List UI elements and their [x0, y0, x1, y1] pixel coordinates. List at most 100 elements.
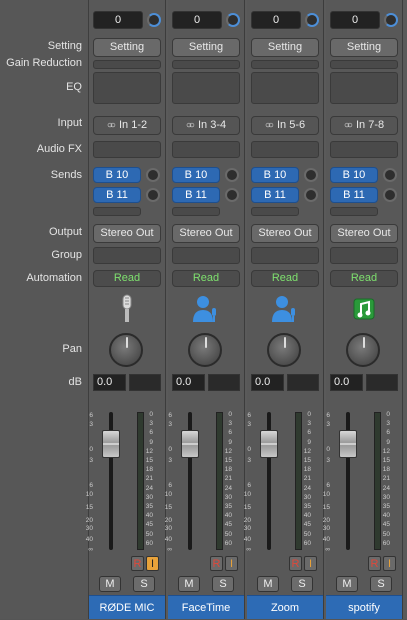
setting-button[interactable]: Setting — [93, 38, 161, 57]
output-slot[interactable]: Stereo Out — [330, 224, 398, 243]
automation-mode-button[interactable]: Read — [330, 270, 398, 287]
send-slot-b11[interactable]: B 11 — [251, 187, 299, 203]
setting-button[interactable]: Setting — [172, 38, 240, 57]
audio-fx-slot[interactable] — [330, 141, 398, 158]
send-level-knob[interactable] — [225, 188, 239, 202]
mute-button[interactable]: M — [178, 576, 200, 592]
fader-scale-mark: 6 — [168, 412, 172, 419]
meter-scale-mark: 35 — [224, 503, 232, 510]
volume-readout[interactable]: 0 — [251, 11, 301, 29]
eq-display[interactable] — [330, 72, 398, 104]
volume-fader[interactable] — [260, 430, 278, 458]
record-enable-button[interactable]: R — [368, 556, 381, 571]
volume-knob[interactable] — [305, 13, 319, 27]
volume-knob[interactable] — [147, 13, 161, 27]
automation-mode-button[interactable]: Read — [251, 270, 319, 287]
eq-display[interactable] — [172, 72, 240, 104]
eq-display[interactable] — [93, 72, 161, 104]
empty-send-slot[interactable] — [172, 207, 220, 216]
automation-mode-button[interactable]: Read — [172, 270, 240, 287]
audio-fx-slot[interactable] — [93, 141, 161, 158]
volume-knob[interactable] — [384, 13, 398, 27]
group-slot[interactable] — [172, 247, 240, 264]
group-slot[interactable] — [330, 247, 398, 264]
channel-name[interactable]: RØDE MIC — [89, 595, 165, 619]
mute-button[interactable]: M — [99, 576, 121, 592]
level-readout — [366, 374, 398, 391]
peak-db-readout: 0.0 — [172, 374, 205, 391]
output-slot[interactable]: Stereo Out — [93, 224, 161, 243]
meter-scale-mark: 3 — [386, 420, 390, 428]
volume-readout[interactable]: 0 — [93, 11, 143, 29]
pan-knob[interactable] — [346, 333, 380, 367]
send-slot-b10[interactable]: B 10 — [330, 167, 378, 183]
solo-button[interactable]: S — [291, 576, 313, 592]
fader-scale-mark: 3 — [247, 457, 251, 464]
empty-send-slot[interactable] — [330, 207, 378, 216]
input-monitor-button[interactable]: I — [304, 556, 317, 571]
input-slot[interactable]: ○○ In 7-8 — [330, 116, 398, 135]
input-slot[interactable]: ○○ In 1-2 — [93, 116, 161, 135]
output-slot[interactable]: Stereo Out — [172, 224, 240, 243]
send-level-knob[interactable] — [225, 168, 239, 182]
input-label: In 7-8 — [355, 119, 385, 131]
input-monitor-button[interactable]: I — [383, 556, 396, 571]
send-level-knob[interactable] — [146, 188, 160, 202]
fader-scale-mark: ∞ — [325, 546, 330, 553]
setting-button[interactable]: Setting — [330, 38, 398, 57]
send-slot-b10[interactable]: B 10 — [251, 167, 299, 183]
group-slot[interactable] — [251, 247, 319, 264]
channel-name[interactable]: spotify — [326, 595, 402, 619]
setting-button[interactable]: Setting — [251, 38, 319, 57]
send-level-knob[interactable] — [304, 168, 318, 182]
meter-scale-mark: 21 — [224, 475, 232, 483]
record-enable-button[interactable]: R — [289, 556, 302, 571]
audio-fx-slot[interactable] — [251, 141, 319, 158]
eq-display[interactable] — [251, 72, 319, 104]
channel-name[interactable]: Zoom — [247, 595, 323, 619]
send-slot-b10[interactable]: B 10 — [93, 167, 141, 183]
fader-scale-mark: 3 — [89, 421, 93, 428]
meter-scale-mark: 40 — [145, 512, 153, 520]
pan-knob[interactable] — [267, 333, 301, 367]
empty-send-slot[interactable] — [251, 207, 299, 216]
meter-scale-mark: 35 — [145, 503, 153, 510]
volume-readout[interactable]: 0 — [172, 11, 222, 29]
send-slot-b11[interactable]: B 11 — [172, 187, 220, 203]
volume-knob[interactable] — [226, 13, 240, 27]
input-monitor-button[interactable]: I — [146, 556, 159, 571]
peak-db-readout: 0.0 — [330, 374, 363, 391]
volume-fader[interactable] — [339, 430, 357, 458]
automation-mode-button[interactable]: Read — [93, 270, 161, 287]
fader-scale-mark: ∞ — [88, 546, 93, 553]
input-slot[interactable]: ○○ In 3-4 — [172, 116, 240, 135]
pan-knob[interactable] — [109, 333, 143, 367]
solo-button[interactable]: S — [133, 576, 155, 592]
input-monitor-button[interactable]: I — [225, 556, 238, 571]
record-enable-button[interactable]: R — [131, 556, 144, 571]
group-slot[interactable] — [93, 247, 161, 264]
empty-send-slot[interactable] — [93, 207, 141, 216]
send-level-knob[interactable] — [383, 188, 397, 202]
send-slot-b11[interactable]: B 11 — [93, 187, 141, 203]
solo-button[interactable]: S — [370, 576, 392, 592]
record-enable-button[interactable]: R — [210, 556, 223, 571]
mute-button[interactable]: M — [257, 576, 279, 592]
level-readout — [129, 374, 161, 391]
send-level-knob[interactable] — [383, 168, 397, 182]
volume-fader[interactable] — [181, 430, 199, 458]
send-level-knob[interactable] — [146, 168, 160, 182]
volume-readout[interactable]: 0 — [330, 11, 380, 29]
fader-scale-mark: 6 — [247, 482, 251, 489]
volume-fader[interactable] — [102, 430, 120, 458]
send-level-knob[interactable] — [304, 188, 318, 202]
input-slot[interactable]: ○○ In 5-6 — [251, 116, 319, 135]
pan-knob[interactable] — [188, 333, 222, 367]
audio-fx-slot[interactable] — [172, 141, 240, 158]
solo-button[interactable]: S — [212, 576, 234, 592]
send-slot-b11[interactable]: B 11 — [330, 187, 378, 203]
output-slot[interactable]: Stereo Out — [251, 224, 319, 243]
mute-button[interactable]: M — [336, 576, 358, 592]
send-slot-b10[interactable]: B 10 — [172, 167, 220, 183]
channel-name[interactable]: FaceTime — [168, 595, 244, 619]
